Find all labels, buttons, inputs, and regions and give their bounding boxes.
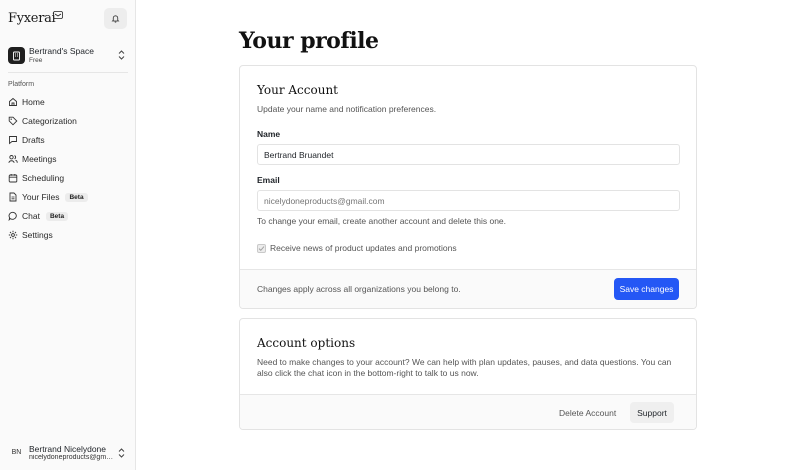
account-options-card: Account options Need to make changes to … (239, 318, 697, 430)
newsletter-option: Receive news of product updates and prom… (257, 243, 457, 253)
beta-badge: Beta (45, 211, 69, 221)
workspace-selector[interactable]: Bertrand's Space Free (8, 44, 128, 68)
building-icon (13, 51, 20, 60)
sidebar-section-label: Platform (8, 81, 35, 88)
options-card-title: Account options (257, 336, 356, 350)
tag-icon (8, 116, 18, 126)
sidebar-item-meetings[interactable]: Meetings (8, 151, 128, 167)
newsletter-checkbox[interactable] (257, 243, 266, 253)
sidebar-item-label: Drafts (22, 135, 45, 145)
sidebar-divider (8, 72, 128, 73)
sidebar-item-label: Categorization (22, 116, 77, 126)
sidebar-item-settings[interactable]: Settings (8, 227, 128, 243)
name-field[interactable] (257, 144, 680, 165)
save-button[interactable]: Save changes (614, 278, 679, 300)
beta-badge: Beta (65, 192, 88, 202)
sidebar-item-label: Chat (22, 211, 40, 221)
options-card-description: Need to make changes to your account? We… (257, 357, 672, 378)
footer-note: Changes apply across all organizations y… (257, 284, 461, 294)
file-icon (8, 192, 18, 202)
app-logo[interactable]: Fyxerai (8, 11, 56, 26)
chevron-updown-icon (118, 50, 125, 60)
check-icon (258, 245, 265, 251)
sidebar-item-drafts[interactable]: Drafts (8, 132, 128, 148)
chevron-updown-icon (118, 448, 125, 458)
user-menu[interactable]: BN Bertrand Nicelydone nicelydoneproduct… (8, 442, 128, 464)
sidebar-item-label: Home (22, 97, 45, 107)
sidebar-item-scheduling[interactable]: Scheduling (8, 170, 128, 186)
support-button[interactable]: Support (630, 402, 674, 423)
sidebar-item-chat[interactable]: Chat Beta (8, 208, 128, 224)
workspace-avatar (8, 47, 25, 64)
calendar-icon (8, 173, 18, 183)
sidebar-item-label: Meetings (22, 154, 57, 164)
sidebar-item-label: Scheduling (22, 173, 65, 183)
sidebar-item-home[interactable]: Home (8, 94, 128, 110)
message-icon (8, 135, 18, 145)
name-label: Name (257, 129, 281, 139)
account-card-footer: Changes apply across all organizations y… (240, 269, 696, 308)
sidebar-item-categorization[interactable]: Categorization (8, 113, 128, 129)
sidebar-item-label: Your Files (22, 192, 60, 202)
email-field[interactable] (257, 190, 680, 211)
delete-account-button[interactable]: Delete Account (559, 403, 616, 422)
sidebar-item-label: Settings (22, 230, 53, 240)
gear-icon (8, 230, 18, 240)
bell-icon (111, 15, 120, 23)
home-icon (8, 97, 18, 107)
page-title: Your profile (239, 28, 379, 54)
avatar: BN (11, 449, 22, 456)
account-card: Your Account Update your name and notifi… (239, 65, 697, 309)
account-card-description: Update your name and notification prefer… (257, 104, 437, 114)
user-email: nicelydoneproducts@gmail.com (29, 454, 115, 461)
email-help-text: To change your email, create another acc… (257, 216, 507, 226)
sidebar-item-your-files[interactable]: Your Files Beta (8, 189, 128, 205)
user-name: Bertrand Nicelydone (29, 444, 107, 454)
chat-icon (8, 211, 18, 221)
newsletter-label: Receive news of product updates and prom… (270, 243, 457, 253)
options-card-footer: Delete Account Support (240, 394, 696, 429)
notifications-button[interactable] (104, 8, 127, 29)
logo-badge-icon (53, 11, 63, 19)
workspace-plan: Free (29, 57, 43, 64)
sidebar: Fyxerai Bertrand's Space Free Platform H… (0, 0, 136, 470)
email-label: Email (257, 175, 280, 185)
account-card-title: Your Account (257, 83, 338, 97)
users-icon (8, 154, 18, 164)
workspace-name: Bertrand's Space (29, 46, 94, 56)
